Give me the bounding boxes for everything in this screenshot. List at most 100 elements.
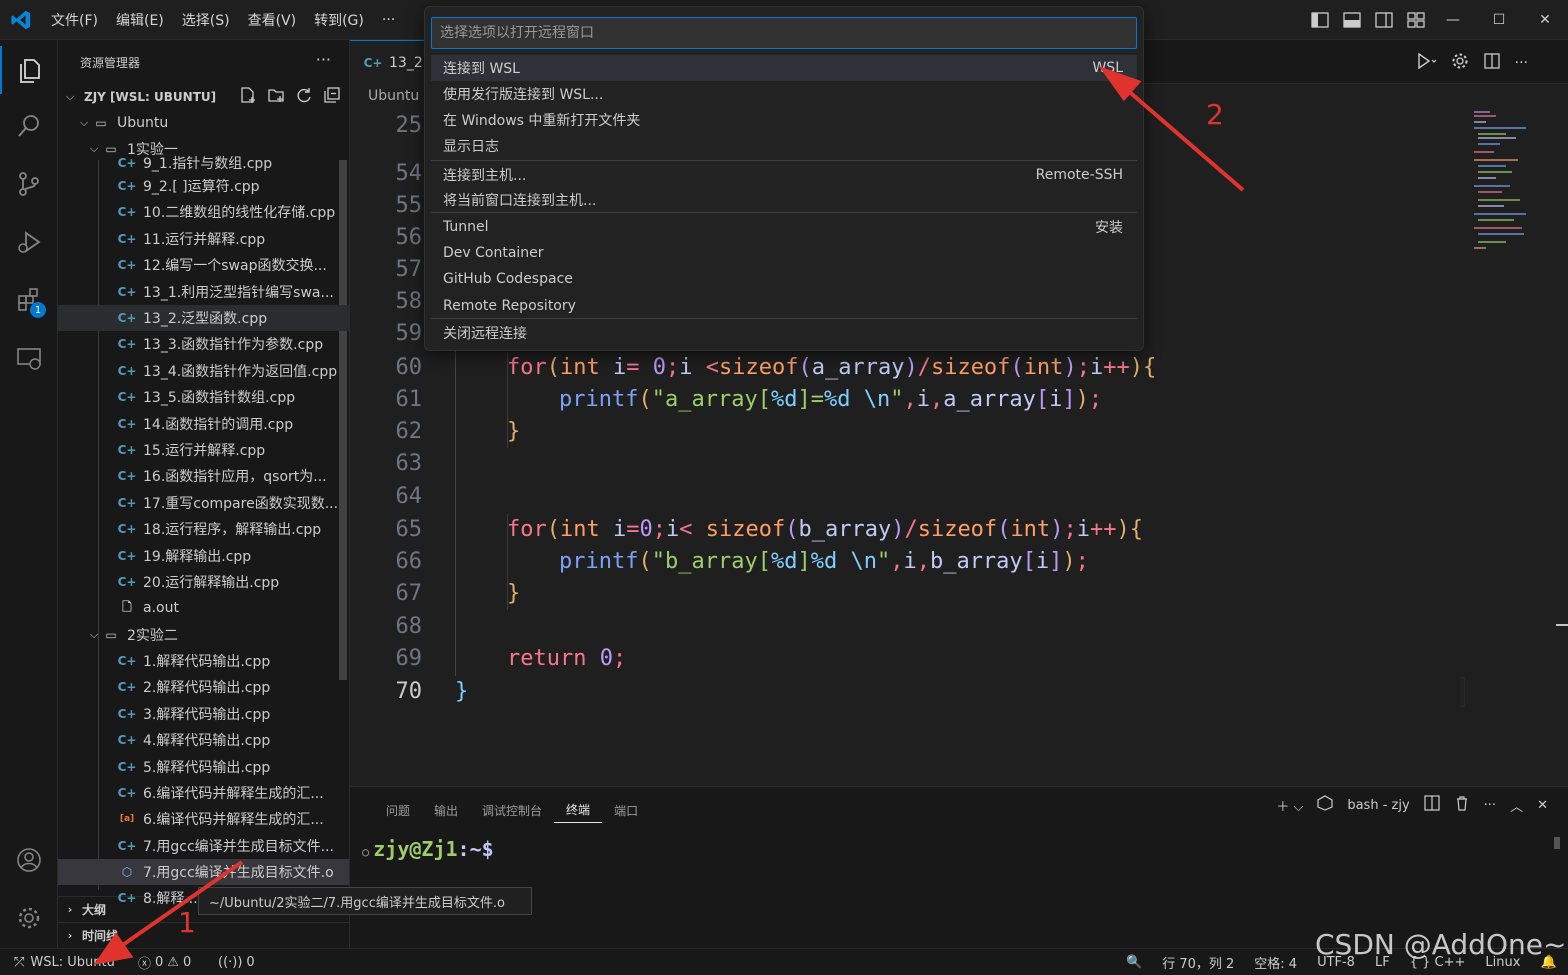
folder-exp2[interactable]: ⌵ ▭ 2实验二 <box>58 622 349 648</box>
file-row[interactable]: C+ 10.二维数组的线性化存储.cpp <box>58 199 349 225</box>
menu-edit[interactable]: 编辑(E) <box>107 10 173 30</box>
menu-view[interactable]: 查看(V) <box>239 10 306 30</box>
quick-pick-input[interactable] <box>431 17 1137 49</box>
file-row[interactable]: C+ 15.运行并解释.cpp <box>58 437 349 463</box>
accounts-icon[interactable] <box>0 836 58 884</box>
tab-ports[interactable]: 端口 <box>602 797 650 823</box>
qp-show-log[interactable]: 显示日志 <box>431 133 1137 159</box>
qp-remote-repository[interactable]: Remote Repository <box>431 293 1137 319</box>
qp-tunnel[interactable]: Tunnel 安装 <box>431 214 1137 240</box>
file-row[interactable]: C+ 13_4.函数指针作为返回值.cpp <box>58 358 349 384</box>
qp-github-codespace[interactable]: GitHub Codespace <box>431 266 1137 292</box>
breadcrumb[interactable]: Ubuntu <box>368 88 419 104</box>
file-row[interactable]: C+ 12.编写一个swap函数交换... <box>58 252 349 278</box>
more-actions-icon[interactable]: ··· <box>1515 55 1528 71</box>
file-row[interactable]: C+ 13_3.函数指针作为参数.cpp <box>58 331 349 357</box>
file-row[interactable]: C+ 2.解释代码输出.cpp <box>58 674 349 700</box>
tab-problems[interactable]: 问题 <box>374 797 422 823</box>
file-row[interactable]: C+ 17.重写compare函数实现数... <box>58 490 349 516</box>
problems-indicator[interactable]: ⓧ 0 ⚠ 0 <box>138 949 191 975</box>
collapse-all-icon[interactable] <box>323 86 341 108</box>
file-row[interactable]: C+ 9_2.[ ]运算符.cpp <box>58 173 349 199</box>
file-label: 10.二维数组的线性化存储.cpp <box>143 205 336 222</box>
new-terminal-icon[interactable]: ＋ ⌵ <box>1276 796 1303 815</box>
tab-debug-console[interactable]: 调试控制台 <box>470 797 554 823</box>
qp-close-remote[interactable]: 关闭远程连接 <box>431 320 1137 346</box>
menu-file[interactable]: 文件(F) <box>42 10 107 30</box>
file-row[interactable]: C+ 18.运行程序，解释输出.cpp <box>58 516 349 542</box>
new-file-icon[interactable] <box>239 86 257 108</box>
file-icon: 🗋 <box>122 599 132 614</box>
terminal-output[interactable]: ○ zjy@Zj1:~$ <box>362 837 494 861</box>
menu-selection[interactable]: 选择(S) <box>173 10 239 30</box>
file-row[interactable]: [a] 6.编译代码并解释生成的汇... <box>58 806 349 832</box>
explorer-icon[interactable] <box>0 46 58 94</box>
code-text: } <box>507 419 521 444</box>
refresh-icon[interactable] <box>295 86 313 108</box>
close-panel-icon[interactable]: ✕ <box>1537 798 1548 813</box>
indentation[interactable]: 空格: 4 <box>1254 953 1297 972</box>
file-row[interactable]: C+ 7.用gcc编译并生成目标文件... <box>58 833 349 859</box>
explorer-more-button[interactable]: ··· <box>316 50 331 69</box>
tab-terminal[interactable]: 终端 <box>554 797 603 823</box>
qp-connect-wsl-distro[interactable]: 使用发行版连接到 WSL... <box>431 81 1137 107</box>
file-row[interactable]: C+ 4.解释代码输出.cpp <box>58 727 349 753</box>
file-label: 13_5.函数指针数组.cpp <box>143 390 296 407</box>
file-row[interactable]: C+ 3.解释代码输出.cpp <box>58 701 349 727</box>
toggle-secondary-sidebar-icon[interactable] <box>1372 8 1396 32</box>
customize-layout-icon[interactable] <box>1404 8 1428 32</box>
search-icon[interactable] <box>0 102 58 150</box>
file-row[interactable]: C+ 19.解释输出.cpp <box>58 543 349 569</box>
new-folder-icon[interactable] <box>267 86 285 108</box>
file-row[interactable]: 🗋 a.out <box>58 595 349 621</box>
source-control-icon[interactable] <box>0 160 58 208</box>
remote-indicator[interactable]: ⤱ WSL: Ubuntu <box>0 949 122 975</box>
file-row[interactable]: C+ 5.解释代码输出.cpp <box>58 754 349 780</box>
terminal-name[interactable]: bash - zjy <box>1347 798 1409 813</box>
qp-reopen-windows[interactable]: 在 Windows 中重新打开文件夹 <box>431 107 1137 133</box>
run-icon[interactable] <box>1415 52 1437 74</box>
qp-connect-current-window[interactable]: 将当前窗口连接到主机... <box>431 187 1137 213</box>
terminal-scrollbar[interactable] <box>1554 837 1560 849</box>
minimap[interactable] <box>1466 108 1556 258</box>
qp-connect-host[interactable]: 连接到主机... Remote-SSH <box>431 162 1137 188</box>
minimize-button[interactable]: — <box>1430 0 1476 40</box>
menu-go[interactable]: 转到(G) <box>305 10 373 30</box>
tab-active-file[interactable]: C+ 13_2. <box>350 40 430 84</box>
file-row[interactable]: C+ 6.编译代码并解释生成的汇... <box>58 780 349 806</box>
file-row[interactable]: C+ 14.函数指针的调用.cpp <box>58 411 349 437</box>
file-row[interactable]: C+ 1.解释代码输出.cpp <box>58 648 349 674</box>
toggle-panel-icon[interactable] <box>1340 8 1364 32</box>
settings-gear-icon[interactable] <box>0 894 58 942</box>
file-row[interactable]: C+ 13_2.泛型函数.cpp <box>58 305 349 331</box>
zoom-icon[interactable]: 🔍 <box>1126 955 1142 970</box>
toggle-primary-sidebar-icon[interactable] <box>1308 8 1332 32</box>
close-button[interactable]: ✕ <box>1522 0 1568 40</box>
file-row[interactable]: C+ 20.运行解释输出.cpp <box>58 569 349 595</box>
maximize-button[interactable]: ☐ <box>1476 0 1522 40</box>
trash-icon[interactable] <box>1454 795 1470 815</box>
maximize-panel-icon[interactable]: ︿ <box>1510 796 1523 815</box>
split-editor-icon[interactable] <box>1483 52 1501 74</box>
split-terminal-icon[interactable] <box>1424 795 1440 815</box>
tab-output[interactable]: 输出 <box>422 797 470 823</box>
file-row[interactable]: ⬡ 7.用gcc编译并生成目标文件.o <box>58 859 349 886</box>
menu-more[interactable]: ··· <box>373 12 404 28</box>
extensions-icon[interactable]: 1 <box>0 276 58 324</box>
file-row[interactable]: C+ 11.运行并解释.cpp <box>58 226 349 252</box>
qp-connect-wsl[interactable]: 连接到 WSL WSL <box>431 55 1137 81</box>
more-actions-icon[interactable]: ··· <box>1484 798 1496 813</box>
folder-ubuntu[interactable]: ⌵ ▭ Ubuntu <box>58 110 349 136</box>
file-row[interactable]: C+ 16.函数指针应用，qsort为... <box>58 463 349 489</box>
qp-dev-container[interactable]: Dev Container <box>431 240 1137 266</box>
timeline-section[interactable]: › 时间线 <box>58 922 349 948</box>
file-row[interactable]: C+ 13_1.利用泛型指针编写swa... <box>58 279 349 305</box>
ports-indicator[interactable]: ((·)) 0 <box>218 949 255 975</box>
cursor-position[interactable]: 行 70，列 2 <box>1162 953 1234 972</box>
editor-scrollbar[interactable] <box>1556 108 1568 786</box>
settings-gear-icon[interactable] <box>1451 52 1469 74</box>
remote-explorer-icon[interactable] <box>0 334 58 382</box>
file-row[interactable]: C+ 13_5.函数指针数组.cpp <box>58 384 349 410</box>
run-debug-icon[interactable] <box>0 218 58 266</box>
cpp-file-icon: C+ <box>117 891 137 905</box>
